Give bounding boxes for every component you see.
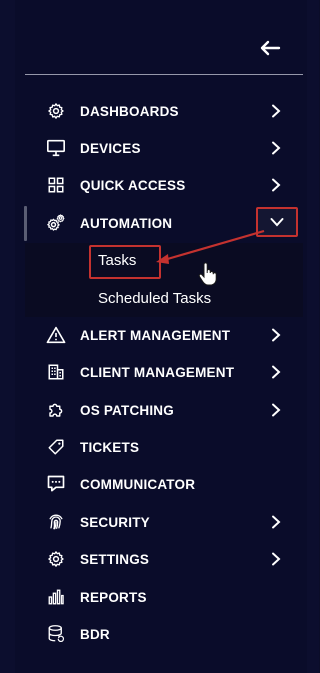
nav-item-tickets[interactable]: TICKETS	[25, 432, 295, 462]
chevron-right-icon	[269, 402, 283, 418]
nav-item-bdr[interactable]: BDR	[25, 619, 295, 649]
puzzle-icon	[46, 400, 66, 420]
header-divider	[25, 74, 303, 75]
nav-item-label: COMMUNICATOR	[80, 477, 196, 492]
bar-chart-icon	[46, 587, 66, 607]
nav-item-label: BDR	[80, 627, 110, 642]
collapse-sidebar-button[interactable]	[256, 36, 284, 60]
chevron-right-icon	[269, 327, 283, 343]
chevron-down-icon	[270, 218, 284, 227]
nav-item-alert-management[interactable]: ALERT MANAGEMENT	[25, 320, 295, 350]
nav-item-reports[interactable]: REPORTS	[25, 582, 295, 612]
nav-item-label: SETTINGS	[80, 552, 150, 567]
nav-item-label: REPORTS	[80, 590, 147, 605]
chevron-right-icon	[269, 103, 283, 119]
chevron-right-icon	[269, 514, 283, 530]
hand-cursor-icon	[198, 262, 217, 286]
chevron-right-icon	[269, 140, 283, 156]
building-icon	[46, 362, 66, 382]
warning-icon	[46, 325, 66, 345]
nav-item-label: SECURITY	[80, 515, 150, 530]
gears-icon	[46, 213, 66, 233]
arrow-left-icon	[260, 40, 281, 56]
nav-item-client-management[interactable]: CLIENT MANAGEMENT	[25, 357, 295, 387]
nav-item-label: TICKETS	[80, 440, 140, 455]
nav-item-quick-access[interactable]: QUICK ACCESS	[25, 170, 295, 200]
nav-item-label: DEVICES	[80, 141, 141, 156]
grid-icon	[46, 175, 66, 195]
chevron-right-icon	[269, 177, 283, 193]
submenu-item-tasks[interactable]: Tasks	[98, 252, 136, 269]
nav-item-label: OS PATCHING	[80, 403, 174, 418]
nav-item-devices[interactable]: DEVICES	[25, 133, 295, 163]
nav-item-label: CLIENT MANAGEMENT	[80, 365, 235, 380]
nav-item-dashboards[interactable]: DASHBOARDS	[25, 96, 295, 126]
submenu-item-scheduled-tasks[interactable]: Scheduled Tasks	[98, 290, 211, 307]
gear-icon	[46, 549, 66, 569]
tag-icon	[46, 437, 66, 457]
chevron-right-icon	[269, 364, 283, 380]
nav-item-label: QUICK ACCESS	[80, 178, 186, 193]
nav-item-label: DASHBOARDS	[80, 104, 179, 119]
nav-item-settings[interactable]: SETTINGS	[25, 544, 295, 574]
nav-item-security[interactable]: SECURITY	[25, 507, 295, 537]
sidebar: DASHBOARDS DEVICES QUICK ACCESS AUTOMATI…	[0, 0, 319, 673]
fingerprint-icon	[46, 512, 66, 532]
nav-item-label: ALERT MANAGEMENT	[80, 328, 231, 343]
chat-icon	[46, 474, 66, 494]
nav-item-os-patching[interactable]: OS PATCHING	[25, 395, 295, 425]
database-icon	[46, 624, 66, 644]
gear-icon	[46, 101, 66, 121]
monitor-icon	[46, 138, 66, 158]
nav-item-communicator[interactable]: COMMUNICATOR	[25, 469, 295, 499]
chevron-right-icon	[269, 551, 283, 567]
